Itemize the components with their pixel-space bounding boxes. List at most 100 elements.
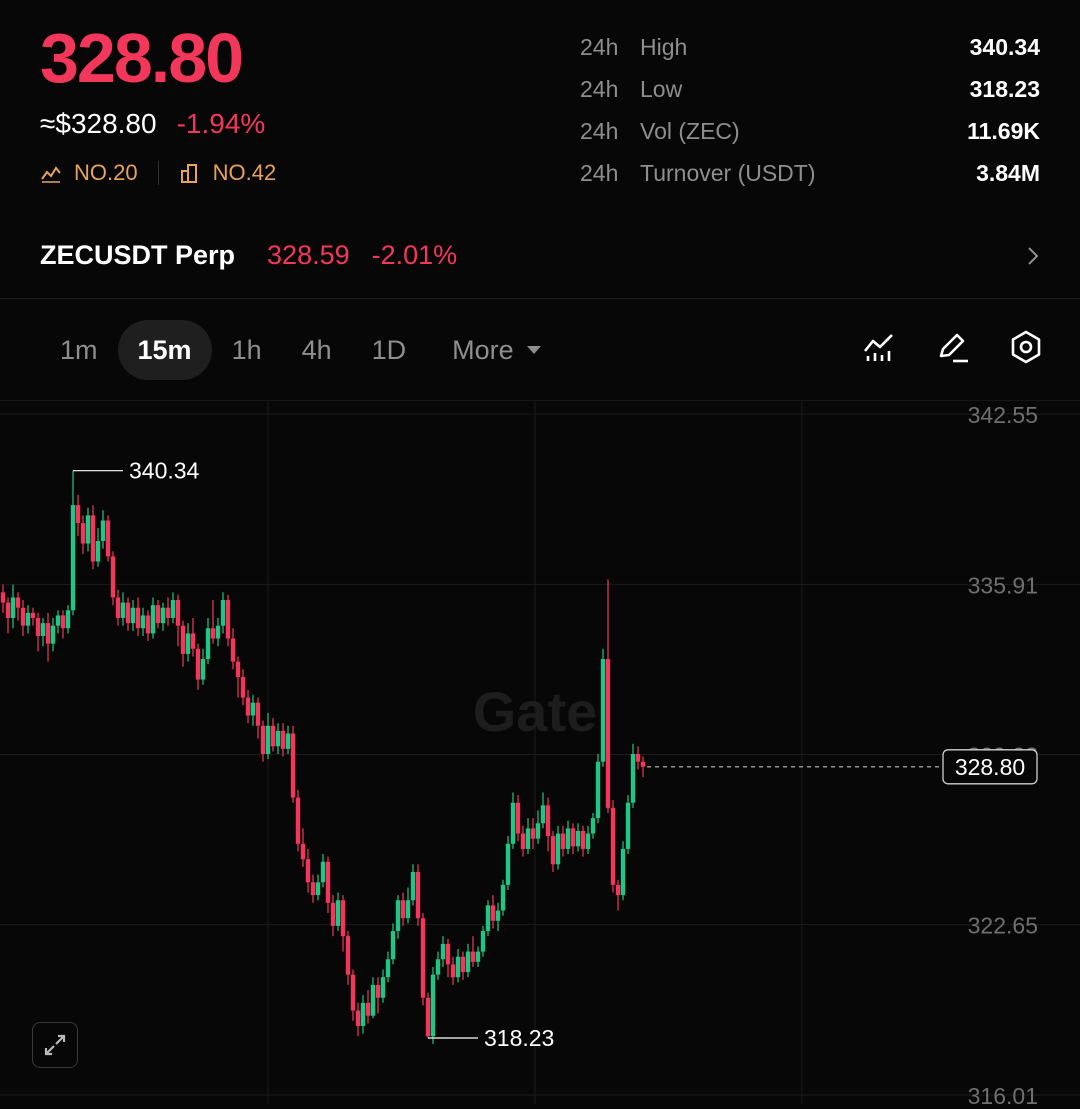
- candle-body: [465, 951, 471, 973]
- tab-4h[interactable]: 4h: [282, 320, 352, 380]
- expand-chart-button[interactable]: [32, 1022, 78, 1068]
- candle-body: [485, 905, 491, 932]
- candle-body: [160, 607, 166, 624]
- pencil-icon[interactable]: [936, 331, 970, 363]
- candle-body: [440, 943, 446, 960]
- candle-body: [640, 761, 646, 767]
- candle-body: [10, 597, 16, 618]
- candle-body: [375, 984, 381, 998]
- low-marker-label: 318.23: [484, 1025, 554, 1051]
- candle-body: [345, 936, 351, 975]
- candle-body: [470, 951, 476, 962]
- candle-body: [185, 633, 191, 654]
- candle-body: [325, 861, 331, 903]
- candle-body: [400, 900, 406, 919]
- candle-body: [550, 836, 556, 865]
- candle-body: [100, 520, 106, 542]
- stat-value: 318.23: [969, 75, 1040, 102]
- expand-icon: [44, 1034, 66, 1056]
- candle-body: [40, 623, 46, 636]
- timeframe-tabs: 1m 15m 1h 4h 1D More: [40, 320, 542, 380]
- stat-period: 24h: [580, 159, 619, 186]
- candle-body: [630, 753, 636, 803]
- candle-body: [535, 823, 541, 839]
- tab-1d[interactable]: 1D: [352, 320, 427, 380]
- candle-body: [305, 859, 311, 883]
- candle-body: [205, 628, 211, 660]
- rank-market[interactable]: NO.42: [179, 160, 276, 186]
- candle-body: [120, 602, 126, 618]
- candle-body: [235, 661, 241, 678]
- candle-body: [105, 520, 111, 557]
- chart-toolbar: [862, 330, 1042, 364]
- candle-body: [155, 605, 161, 624]
- tab-1m[interactable]: 1m: [40, 320, 118, 380]
- stat-name: Vol (ZEC): [640, 117, 740, 144]
- perp-symbol: ZECUSDT Perp: [40, 240, 236, 270]
- tab-15m[interactable]: 15m: [117, 320, 212, 380]
- candle-body: [250, 702, 256, 716]
- candle-body: [315, 882, 321, 896]
- candle-body: [360, 1002, 366, 1026]
- section-divider: [0, 298, 1080, 299]
- candle-body: [200, 659, 206, 680]
- candle-body: [80, 523, 86, 544]
- candle-body: [425, 997, 431, 1037]
- candle-body: [35, 617, 41, 636]
- candle-body: [0, 592, 6, 603]
- candle-body: [335, 900, 341, 926]
- candle-body: [95, 541, 101, 562]
- candle-body: [620, 848, 626, 896]
- candlestick-chart: 342.55335.91329.28322.65316.01Gate340.34…: [0, 401, 1080, 1109]
- candle-body: [450, 964, 456, 978]
- chevron-right-icon: [1028, 246, 1039, 265]
- candle-body: [255, 702, 261, 726]
- settings-hexagon-icon[interactable]: [1010, 330, 1042, 364]
- stat-value: 3.84M: [976, 159, 1040, 186]
- candle-body: [170, 600, 176, 618]
- candle-body: [20, 607, 26, 626]
- stat-name: Low: [640, 75, 683, 102]
- candle-body: [545, 805, 551, 837]
- candle-body: [405, 900, 411, 919]
- tab-1h[interactable]: 1h: [212, 320, 282, 380]
- candle-body: [455, 956, 461, 978]
- candle-body: [265, 725, 271, 754]
- candle-body: [430, 974, 436, 1037]
- candle-body: [130, 607, 136, 624]
- more-label: More: [452, 334, 514, 365]
- y-axis-tick-label: 335.91: [968, 572, 1038, 598]
- candle-body: [65, 610, 71, 629]
- price-chart[interactable]: 342.55335.91329.28322.65316.01Gate340.34…: [0, 401, 1080, 1109]
- stat-period: 24h: [580, 75, 619, 102]
- candle-body: [55, 615, 61, 626]
- perp-link-row[interactable]: ZECUSDT Perp 328.59 -2.01%: [40, 240, 1040, 271]
- candle-body: [70, 505, 76, 611]
- candle-body: [350, 974, 356, 1011]
- stat-name: Turnover (USDT): [640, 159, 816, 186]
- candle-body: [270, 725, 276, 747]
- candle-body: [515, 802, 521, 834]
- more-timeframes-dropdown[interactable]: More: [426, 335, 542, 366]
- candle-body: [165, 607, 171, 618]
- stat-name: High: [640, 33, 688, 60]
- candle-body: [240, 677, 246, 698]
- candle-body: [365, 1002, 371, 1016]
- perp-price: 328.59: [267, 240, 350, 270]
- candle-body: [180, 625, 186, 654]
- last-price-tag-label: 328.80: [955, 754, 1025, 780]
- candle-body: [60, 615, 66, 629]
- stats-panel: 24h High 340.34 24h Low 318.23 24h Vol (…: [580, 26, 1040, 194]
- stat-row-low: 24h Low 318.23: [580, 68, 1040, 110]
- candle-body: [565, 828, 571, 849]
- candle-body: [505, 843, 511, 885]
- candle-body: [30, 612, 36, 618]
- indicator-icon[interactable]: [862, 331, 896, 363]
- y-axis-tick-label: 342.55: [968, 402, 1038, 428]
- candle-body: [475, 951, 481, 962]
- candle-body: [525, 828, 531, 849]
- watermark-logo: Gate: [473, 680, 598, 743]
- rank-volume[interactable]: NO.20: [40, 160, 138, 186]
- candle-body: [175, 600, 181, 626]
- caret-down-icon: [526, 346, 541, 354]
